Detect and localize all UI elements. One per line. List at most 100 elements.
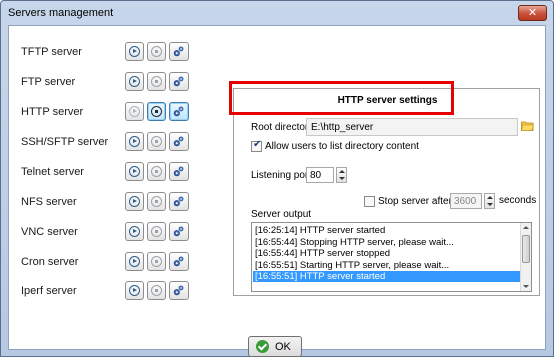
stop-after-spinner[interactable] (484, 193, 495, 209)
scroll-down-arrow-icon[interactable] (523, 285, 529, 288)
stop-server-button[interactable] (147, 72, 166, 91)
server-row: HTTP server (21, 102, 196, 124)
output-scrollbar[interactable] (520, 223, 531, 291)
play-icon (129, 76, 140, 87)
play-icon (129, 226, 140, 237)
server-row: VNC server (21, 222, 196, 244)
gears-icon (173, 196, 184, 207)
server-row: SSH/SFTP server (21, 132, 196, 154)
root-directory-label: Root directory (251, 122, 314, 133)
root-directory-field[interactable]: E:\http_server (306, 118, 518, 136)
server-name: Telnet server (21, 166, 84, 178)
stop-after-label: Stop server after (378, 196, 452, 207)
output-line[interactable]: [16:55:51] Starting HTTP server, please … (253, 260, 520, 271)
server-name: FTP server (21, 76, 76, 88)
stop-server-button[interactable] (147, 42, 166, 61)
server-name: NFS server (21, 196, 77, 208)
stop-server-button[interactable] (147, 102, 166, 121)
seconds-label: seconds (499, 195, 537, 206)
server-row: Cron server (21, 252, 196, 274)
output-line[interactable]: [16:55:44] HTTP server stopped (253, 248, 520, 259)
start-server-button[interactable] (125, 192, 144, 211)
gears-icon (173, 166, 184, 177)
servers-management-window: Servers management ✕ TFTP server FTP serv… (0, 0, 554, 357)
configure-server-button[interactable] (169, 252, 189, 271)
server-row: FTP server (21, 72, 196, 94)
gears-icon (173, 285, 184, 296)
scroll-up-arrow-icon[interactable] (523, 226, 529, 229)
output-line[interactable]: [16:55:51] HTTP server started (253, 271, 520, 282)
stop-server-button[interactable] (147, 192, 166, 211)
folder-icon[interactable] (521, 120, 534, 131)
server-name: Iperf server (21, 285, 77, 297)
configure-server-button[interactable] (169, 42, 189, 61)
play-icon (129, 106, 140, 117)
stop-icon (151, 226, 162, 237)
server-name: TFTP server (21, 46, 82, 58)
play-icon (129, 285, 140, 296)
root-directory-highlight (229, 81, 454, 115)
configure-server-button[interactable] (169, 192, 189, 211)
play-icon (129, 166, 140, 177)
configure-server-button[interactable] (169, 132, 189, 151)
server-output-list[interactable]: [16:25:14] HTTP server started [16:55:44]… (251, 222, 532, 292)
play-icon (129, 256, 140, 267)
close-button[interactable]: ✕ (518, 5, 547, 21)
stop-server-button[interactable] (147, 162, 166, 181)
start-server-button[interactable] (125, 252, 144, 271)
server-row: NFS server (21, 192, 196, 214)
server-name: HTTP server (21, 106, 84, 118)
start-server-button[interactable] (125, 281, 144, 300)
output-line[interactable]: [16:25:14] HTTP server started (253, 225, 520, 236)
stop-icon (151, 46, 162, 57)
port-spinner[interactable] (336, 167, 347, 183)
gears-icon (173, 106, 184, 117)
configure-server-button[interactable] (169, 162, 189, 181)
http-settings-panel: HTTP server settings Root directory E:\h… (233, 88, 540, 296)
stop-server-button[interactable] (147, 222, 166, 241)
gears-icon (173, 46, 184, 57)
list-directory-label: Allow users to list directory content (265, 141, 419, 152)
listening-port-label: Listening port (251, 170, 312, 181)
configure-server-button[interactable] (169, 222, 189, 241)
server-output-label: Server output (251, 209, 312, 220)
stop-after-input[interactable]: 3600 (450, 193, 482, 209)
gears-icon (173, 256, 184, 267)
window-title: Servers management (8, 7, 114, 19)
stop-server-button[interactable] (147, 132, 166, 151)
stop-icon (151, 256, 162, 267)
start-server-button[interactable] (125, 222, 144, 241)
server-name: VNC server (21, 226, 78, 238)
stop-icon (151, 166, 162, 177)
stop-icon (151, 76, 162, 87)
start-server-button[interactable] (125, 102, 144, 121)
output-line[interactable]: [16:55:44] Stopping HTTP server, please … (253, 237, 520, 248)
configure-server-button[interactable] (169, 72, 189, 91)
ok-button[interactable]: OK (248, 336, 302, 357)
stop-server-button[interactable] (147, 252, 166, 271)
listening-port-input[interactable]: 80 (306, 167, 334, 183)
stop-icon (151, 106, 162, 117)
gears-icon (173, 76, 184, 87)
list-directory-checkbox[interactable] (251, 139, 262, 152)
start-server-button[interactable] (125, 72, 144, 91)
play-icon (129, 46, 140, 57)
dialog-client-area: TFTP server FTP server HTTP server SSH/SFTP… (8, 25, 546, 357)
gears-icon (173, 226, 184, 237)
start-server-button[interactable] (125, 42, 144, 61)
ok-label: OK (275, 341, 291, 353)
stop-server-button[interactable] (147, 281, 166, 300)
close-x-icon: ✕ (527, 7, 538, 19)
scroll-thumb[interactable] (522, 235, 530, 263)
title-bar[interactable]: Servers management ✕ (1, 1, 553, 25)
configure-server-button[interactable] (169, 102, 189, 121)
configure-server-button[interactable] (169, 281, 189, 300)
start-server-button[interactable] (125, 132, 144, 151)
start-server-button[interactable] (125, 162, 144, 181)
checkmark-icon (256, 340, 269, 353)
stop-after-checkbox[interactable] (364, 196, 375, 207)
stop-icon (151, 285, 162, 296)
server-name: Cron server (21, 256, 79, 268)
server-row: Iperf server (21, 281, 196, 303)
server-row: Telnet server (21, 162, 196, 184)
